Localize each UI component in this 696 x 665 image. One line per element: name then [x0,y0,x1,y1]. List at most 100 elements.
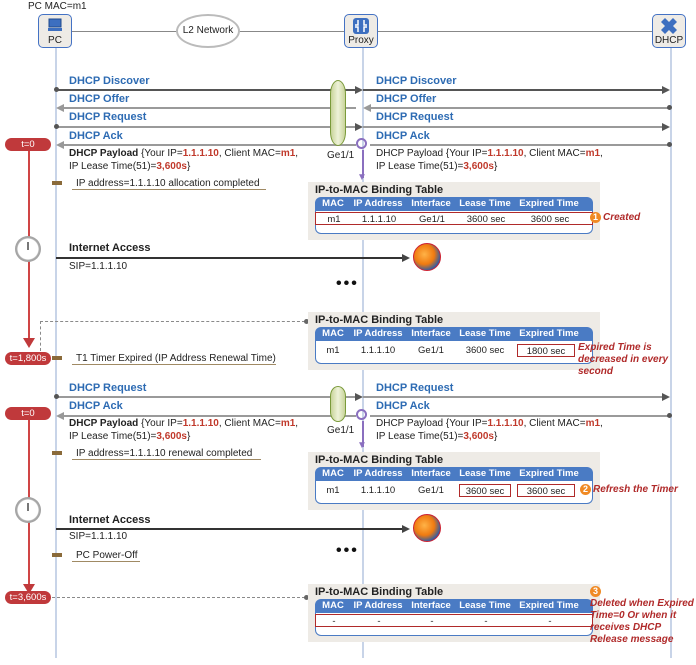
payload-text: , Client MAC= [523,418,586,429]
arrow-origin-dot [54,124,59,129]
binding-table-3: IP-to-MAC Binding Table MAC IP Address I… [308,452,600,510]
pc-lifeline [55,48,57,658]
your-ip-value: 1.1.1.10 [487,148,524,159]
internet-access-arrow [56,528,404,530]
pc-node[interactable]: PC [38,14,72,48]
msg-ack2-left: DHCP Ack [69,400,123,412]
payload-text: , Client MAC= [218,418,281,429]
dhcp-payload-right: DHCP Payload {Your IP=1.1.1.10, Client M… [376,148,603,172]
table-title: IP-to-MAC Binding Table [315,586,444,598]
l2-network-label: L2 Network [182,25,234,36]
cell-expired: 3600 sec [530,214,570,225]
lease-value: 3,600s [463,431,494,442]
payload-text: } [493,161,498,172]
dashed-connector [40,321,41,351]
column-header: Expired Time [519,198,579,209]
cell-lease: 3600 sec [465,345,505,356]
column-header: MAC [322,600,344,611]
msg-discover-left: DHCP Discover [69,75,150,87]
payload-text: } [493,431,498,442]
annotation-decreased: Expired Time is decreased in every secon… [578,342,669,377]
msg-request-right: DHCP Request [376,111,454,123]
lease-value: 3,600s [463,161,494,172]
column-header: Lease Time [459,198,511,209]
payload-text: {Your IP= [138,148,183,159]
arrow-head [363,104,371,112]
your-ip-value: 1.1.1.10 [182,148,219,159]
column-header: Interface [411,198,451,209]
column-header: MAC [322,198,344,209]
annotation-created: 1 Created [590,212,640,224]
arrow-head [355,123,363,131]
table-title: IP-to-MAC Binding Table [315,314,444,326]
cell-mac: m1 [327,214,341,225]
payload-text: IP Lease Time(51)= [69,161,157,172]
column-header: IP Address [353,328,403,339]
ellipsis: ••• [336,275,359,292]
column-header: Expired Time [519,328,579,339]
note-tab [52,553,62,557]
internet-access-label: Internet Access [69,242,151,254]
arrow-offer-right [370,107,670,109]
arrow-ack-right [370,144,670,146]
arrow-origin-dot [667,142,672,147]
payload-text: , Client MAC= [523,148,586,159]
arrow-request-left [56,126,356,128]
client-mac-value: m1 [280,148,296,159]
time-badge: t=0 [5,138,51,151]
table-title: IP-to-MAC Binding Table [315,454,444,466]
interface-label: Ge1/1 [327,150,355,161]
payload-prefix: DHCP Payload [376,148,444,159]
proxy-node[interactable]: Proxy [344,14,378,48]
annotation-refresh: 2 Refresh the Timer [580,484,678,496]
annotation-text: Deleted when Expired Time=0 Or when it r… [590,598,694,646]
table-header: MAC IP Address Interface Lease Time Expi… [315,599,593,613]
cell-ip: 1.1.1.10 [360,485,396,496]
pc-caption: PC MAC=m1 [28,1,87,12]
step-number-badge: 2 [580,484,591,495]
binding-table-2: IP-to-MAC Binding Table MAC IP Address I… [308,312,600,370]
ellipsis: ••• [336,542,359,559]
annotation-text: Refresh the Timer [593,484,678,496]
table-row: m1 1.1.1.10 Ge1/1 3600 sec 3600 sec [315,212,593,225]
column-header: IP Address [353,198,403,209]
arrow-head [355,86,363,94]
cell-lease: 3600 sec [466,214,506,225]
cell-ip: 1.1.1.10 [360,345,396,356]
step-number-badge: 1 [590,212,601,223]
snoop-circle-icon [356,138,367,149]
table-body: m1 1.1.1.10 Ge1/1 3600 sec 3600 sec [315,211,593,234]
column-header: Lease Time [459,328,511,339]
dhcp-node[interactable]: DHCP [652,14,686,48]
cell-ip: 1.1.1.10 [361,214,397,225]
column-header: Interface [411,328,451,339]
l2-network-cloud[interactable]: L2 Network [176,14,240,48]
arrow-request-right [363,126,663,128]
cell-interface: - [430,616,434,627]
arrow-down-icon: ▼ [357,440,367,451]
payload-text: } [186,161,191,172]
payload-prefix: DHCP Payload [69,418,139,429]
payload-text: } [186,431,191,442]
table-row: m1 1.1.1.10 Ge1/1 3600 sec 3600 sec [315,484,593,497]
cell-interface: Ge1/1 [418,345,444,356]
allocation-note: IP address=1.1.1.10 allocation completed [72,178,266,190]
payload-text: {Your IP= [443,148,488,159]
column-header: Expired Time [519,468,579,479]
table-row: m1 1.1.1.10 Ge1/1 3600 sec 1800 sec [315,344,593,357]
arrow-head [662,123,670,131]
dashed-connector [40,321,305,322]
cell-mac: - [332,616,336,627]
renewal-note: IP address=1.1.1.10 renewal completed [72,448,261,460]
arrow-request2-right [363,396,663,398]
cell-mac: m1 [326,485,340,496]
interface-cylinder-icon [330,386,346,422]
payload-text: {Your IP= [443,418,488,429]
dashed-connector [52,597,305,598]
client-mac-value: m1 [280,418,296,429]
client-mac-value: m1 [585,418,601,429]
column-header: Interface [411,468,451,479]
column-header: IP Address [353,600,403,611]
payload-text: {Your IP= [138,418,183,429]
client-mac-value: m1 [585,148,601,159]
